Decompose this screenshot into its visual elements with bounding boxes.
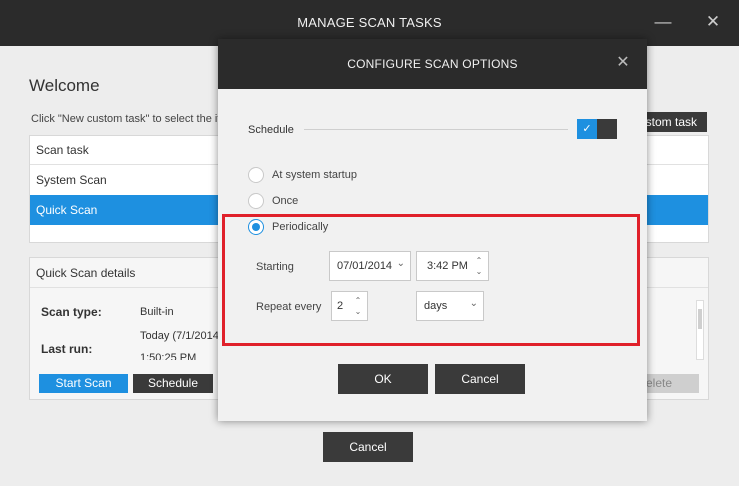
details-scrollbar[interactable]	[696, 300, 704, 360]
instruction-text: Click "New custom task" to select the it	[31, 113, 221, 125]
radio-once[interactable]	[248, 193, 264, 209]
window-title: MANAGE SCAN TASKS	[297, 15, 442, 30]
schedule-divider	[304, 129, 568, 130]
close-icon[interactable]: ✕	[703, 12, 723, 32]
start-time-field[interactable]: 3:42 PM ⌃ ⌄	[416, 251, 489, 281]
dialog-close-icon[interactable]: ✕	[615, 54, 631, 72]
start-date-picker[interactable]: 07/01/2014 ⌄	[329, 251, 411, 281]
schedule-label: Schedule	[248, 124, 294, 136]
spin-down-icon[interactable]: ⌄	[474, 267, 484, 277]
start-scan-button[interactable]: Start Scan	[39, 374, 128, 393]
starting-label: Starting	[256, 261, 294, 273]
ok-button[interactable]: OK	[338, 364, 428, 394]
page-title: Welcome	[29, 76, 100, 95]
check-icon: ✓	[577, 119, 597, 139]
last-run-label: Last run:	[41, 342, 93, 356]
spin-up-icon[interactable]: ⌃	[353, 296, 363, 306]
scan-type-value: Built-in	[140, 306, 174, 318]
minimize-icon[interactable]: —	[653, 12, 673, 32]
main-cancel-button[interactable]: Cancel	[323, 432, 413, 462]
repeat-unit-value: days	[424, 300, 448, 312]
start-time-value: 3:42 PM	[427, 260, 468, 272]
dialog-cancel-button[interactable]: Cancel	[435, 364, 525, 394]
radio-at-system-startup[interactable]	[248, 167, 264, 183]
chevron-down-icon: ⌄	[396, 258, 405, 269]
spin-up-icon[interactable]: ⌃	[474, 256, 484, 266]
spin-down-icon[interactable]: ⌄	[353, 307, 363, 317]
radio-label-once: Once	[272, 195, 299, 207]
schedule-toggle[interactable]: ✓	[577, 119, 617, 139]
configure-scan-dialog: CONFIGURE SCAN OPTIONS ✕ Schedule ✓ At s…	[218, 39, 647, 421]
repeat-every-label: Repeat every	[256, 301, 322, 313]
radio-label-startup: At system startup	[272, 169, 357, 181]
scan-type-label: Scan type:	[41, 305, 102, 319]
repeat-unit-select[interactable]: days ⌄	[416, 291, 484, 321]
repeat-count-value: 2	[337, 300, 344, 312]
chevron-down-icon: ⌄	[469, 298, 478, 309]
last-run-date: Today (7/1/2014	[140, 330, 219, 342]
dialog-title: CONFIGURE SCAN OPTIONS	[347, 57, 518, 71]
scrollbar-thumb[interactable]	[698, 309, 702, 329]
schedule-button[interactable]: Schedule	[133, 374, 213, 393]
start-date-value: 07/01/2014	[337, 260, 393, 272]
repeat-count-stepper[interactable]: 2 ⌃ ⌄	[331, 291, 368, 321]
last-run-time: 1:50:25 PM	[140, 352, 197, 360]
new-custom-task-button[interactable]: stom task	[640, 112, 707, 132]
dialog-title-bar: CONFIGURE SCAN OPTIONS ✕	[218, 39, 647, 89]
